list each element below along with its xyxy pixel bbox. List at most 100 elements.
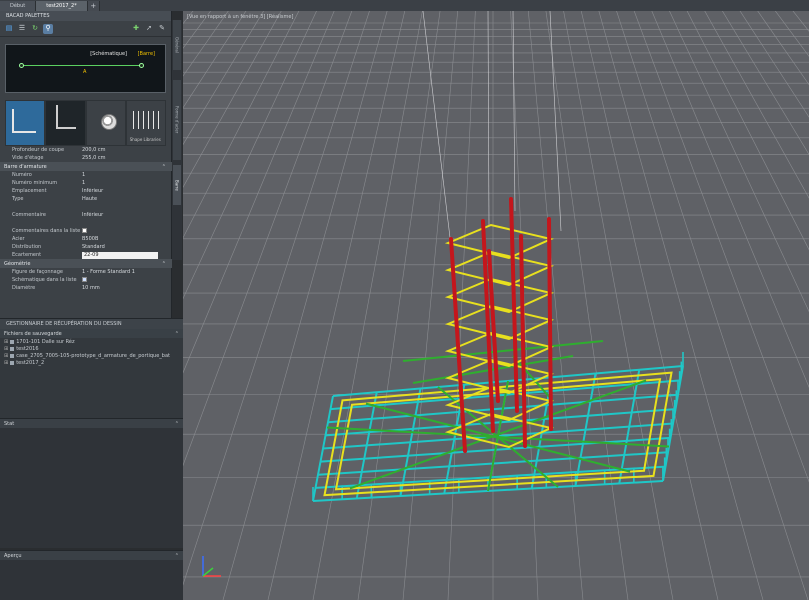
grid-line	[183, 11, 268, 600]
file-icon	[10, 339, 15, 344]
stat-panel: Stat ⌃	[0, 418, 183, 548]
property-row[interactable]: Ecartement 22-09	[0, 251, 172, 259]
preview-mode-label[interactable]: [Schématique]	[90, 51, 127, 57]
list-item[interactable]: ⊞ case_2705_7005-105-prototype_d_armature…	[0, 352, 183, 359]
property-row[interactable]: Emplacement Inférieur	[0, 187, 172, 195]
spacing-input[interactable]: 22-09	[82, 251, 158, 259]
model-canvas[interactable]	[183, 11, 809, 600]
property-row[interactable]: Commentaires dans la liste	[0, 227, 172, 235]
grid-line	[774, 11, 809, 57]
guide-line	[512, 11, 516, 212]
property-grid: Profondeur de coupe 200,0 cm Vide d'étage…	[0, 146, 172, 292]
link-icon[interactable]: ⚲	[43, 23, 53, 34]
list-icon[interactable]: ☰	[17, 24, 27, 34]
property-row[interactable]: Schématique dans la liste	[0, 276, 172, 284]
grid-line	[183, 11, 317, 300]
collapse-icon: ⌃	[174, 552, 179, 559]
comment-in-list-checkbox[interactable]	[82, 227, 87, 233]
property-row[interactable]: Figure de façonnage 1 - Forme Standard 1	[0, 268, 172, 276]
palette-title: BACAD PALETTES	[0, 11, 171, 21]
grid-line	[752, 11, 809, 600]
grid-line	[183, 11, 212, 600]
bar-line	[22, 65, 141, 66]
grid-line	[183, 11, 291, 600]
recovery-manager-title: GESTIONNAIRE DE RÉCUPÉRATION DU DESSIN	[0, 319, 183, 329]
guide-line	[487, 11, 490, 227]
shape-stirrup-button[interactable]	[45, 100, 86, 146]
grid-line	[797, 11, 809, 600]
shape-corner-button[interactable]	[5, 100, 46, 146]
side-tab-bar[interactable]: Barre	[173, 165, 181, 205]
grid-line	[183, 11, 246, 600]
recovery-manager: GESTIONNAIRE DE RÉCUPÉRATION DU DESSIN F…	[0, 318, 183, 418]
grid-line	[447, 11, 476, 600]
corner-shape-icon	[12, 109, 36, 133]
viewport-label[interactable]: [Vue en rapport à un fenêtre 3] [Réalism…	[187, 14, 293, 20]
property-row[interactable]: Acier B500B	[0, 235, 172, 243]
palette-toolbar: ▤ ☰ ↻ ⚲ ✚ ➚ ✎	[0, 21, 171, 37]
3d-viewport[interactable]: [Vue en rapport à un fenêtre 3] [Réalism…	[183, 11, 809, 600]
grid-line	[598, 11, 764, 600]
grid-line	[402, 11, 459, 600]
property-row[interactable]: Vide d'étage 255,0 cm	[0, 154, 172, 162]
grid-line	[183, 11, 212, 49]
schematic-in-list-checkbox[interactable]	[82, 276, 87, 282]
bar-start-node	[19, 63, 24, 68]
property-row[interactable]	[0, 219, 172, 227]
grid-line	[686, 11, 809, 251]
property-row[interactable]: Profondeur de coupe 200,0 cm	[0, 146, 172, 154]
property-row[interactable]: Numéro 1	[0, 171, 172, 179]
property-row[interactable]	[0, 203, 172, 211]
tab-drawing[interactable]: test2017_2*	[36, 1, 88, 11]
diagonal-bar	[402, 340, 604, 362]
new-tab-button[interactable]: +	[87, 1, 100, 11]
property-row[interactable]: Numéro minimum 1	[0, 179, 172, 187]
property-row[interactable]: Type Haute	[0, 195, 172, 203]
section-geometry[interactable]: Géométrie ⌃	[0, 259, 172, 268]
wrench-icon[interactable]: ✎	[157, 24, 167, 34]
bacad-palette: BACAD PALETTES ▤ ☰ ↻ ⚲ ✚ ➚ ✎ [Schématiqu…	[0, 11, 172, 329]
shape-library-button[interactable]: Shape Libraries	[125, 100, 166, 146]
expand-icon[interactable]: ⊞	[4, 346, 8, 352]
section-rebar[interactable]: Barre d'armature ⌃	[0, 162, 172, 171]
grid-line	[183, 11, 247, 109]
property-row[interactable]: Commentaire Inférieur	[0, 211, 172, 219]
list-item[interactable]: ⊞ 1701-101 Dalle sur Réz	[0, 338, 183, 345]
tab-start[interactable]: Début	[0, 1, 37, 11]
grid-line	[707, 11, 809, 600]
file-icon	[10, 346, 15, 351]
expand-icon[interactable]: ⊞	[4, 339, 8, 345]
add-icon[interactable]: ✚	[131, 24, 141, 34]
pointer-icon[interactable]: ➚	[144, 24, 154, 34]
file-icon	[10, 353, 15, 358]
file-icon	[10, 360, 15, 365]
preview-panel-title[interactable]: Aperçu ⌃	[0, 551, 183, 560]
save-icon[interactable]: ▤	[4, 24, 14, 34]
stat-panel-title[interactable]: Stat ⌃	[0, 419, 183, 428]
schematic-preview: [Schématique] [Barre] A	[5, 44, 166, 93]
grid-line	[183, 11, 234, 600]
side-tab-shape[interactable]: Forme d'acier	[173, 80, 181, 160]
grid-line	[183, 11, 279, 600]
preview-layer-label[interactable]: [Barre]	[138, 51, 155, 57]
grid-line	[792, 11, 809, 32]
backup-files-group[interactable]: Fichiers de sauvegarde ⌃	[0, 329, 183, 338]
grid-line	[718, 11, 809, 600]
list-item[interactable]: ⊞ test2017_2	[0, 359, 183, 366]
property-row[interactable]: Distribution Standard	[0, 243, 172, 251]
shape-library-label: Shape Libraries	[129, 137, 161, 142]
expand-icon[interactable]: ⊞	[4, 360, 8, 366]
list-item[interactable]: ⊞ test2016	[0, 345, 183, 352]
grid-line	[183, 11, 353, 467]
bar-end-node	[139, 63, 144, 68]
expand-icon[interactable]: ⊞	[4, 353, 8, 359]
refresh-icon[interactable]: ↻	[30, 24, 40, 34]
bar-type-selector: Shape Libraries	[5, 100, 166, 146]
property-row[interactable]: Diamètre 10 mm	[0, 284, 172, 292]
side-tab-general[interactable]: Général	[173, 20, 181, 70]
document-tab-bar: Début test2017_2* +	[0, 0, 809, 11]
comb-icon	[132, 111, 159, 129]
grid-line	[704, 11, 809, 199]
shape-disc-button[interactable]	[85, 100, 126, 146]
grid-line	[669, 11, 809, 313]
